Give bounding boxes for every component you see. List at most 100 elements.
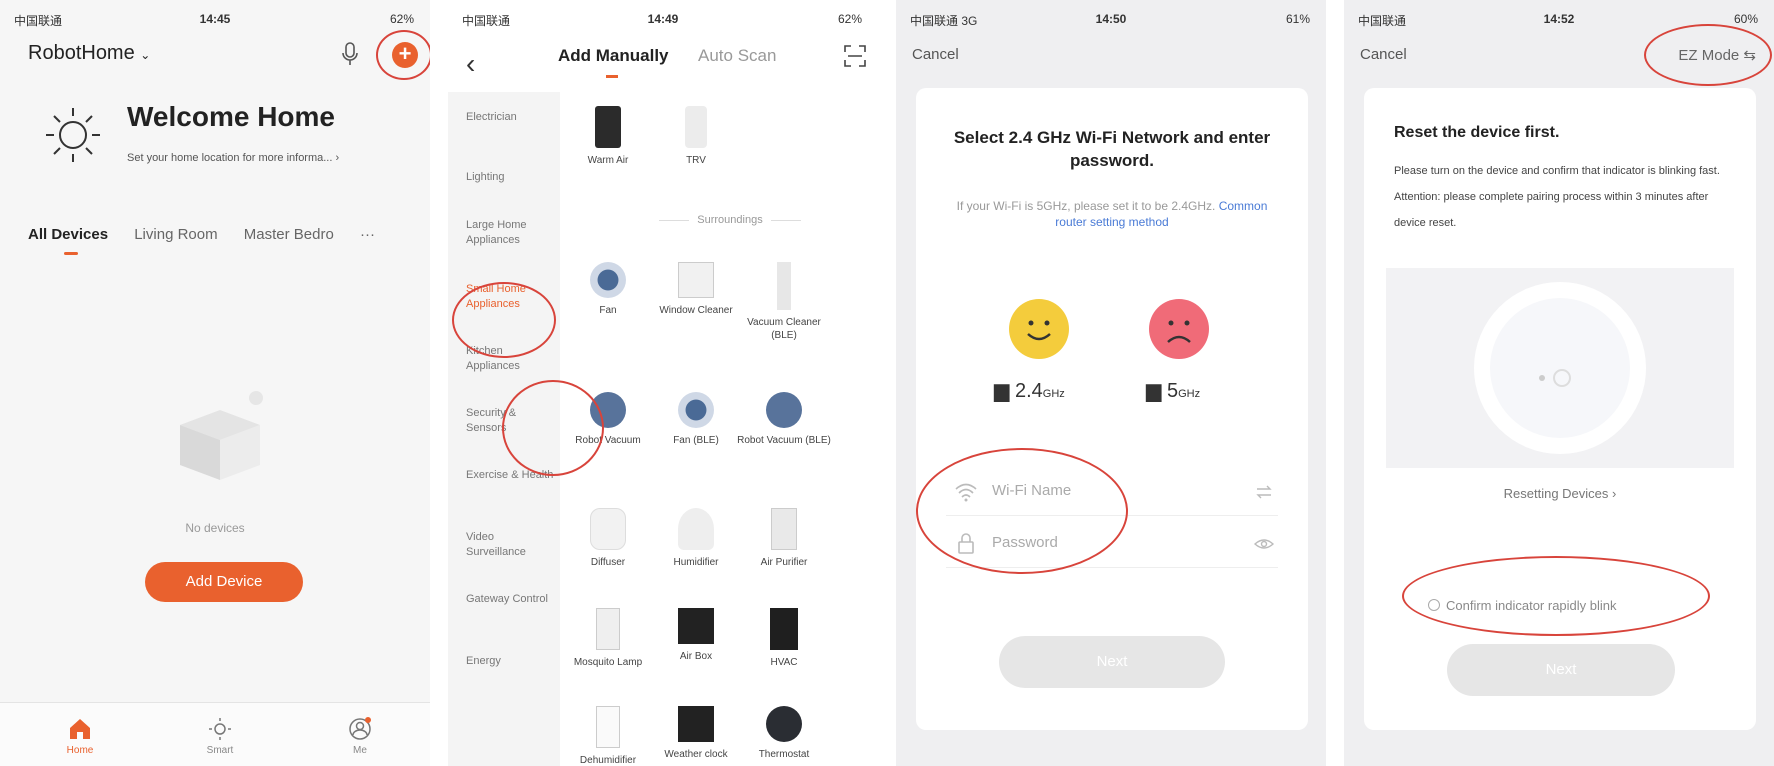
status-bar: 中国联通 14:45 62% (0, 0, 430, 40)
device-illustration (1386, 268, 1734, 468)
radio-icon (1428, 599, 1440, 611)
tab-all-devices[interactable]: All Devices (28, 226, 108, 243)
device-robot-vacuum[interactable]: Robot Vacuum (560, 392, 656, 447)
dehumidifier-icon (596, 706, 620, 748)
switch-network-icon[interactable] (1254, 482, 1274, 502)
more-tabs-icon[interactable]: ··· (360, 226, 375, 243)
robot-vacuum-icon (590, 392, 626, 428)
cancel-button[interactable]: Cancel (1360, 46, 1407, 63)
clock: 14:50 (1095, 12, 1127, 26)
category-electrician[interactable]: Electrician (466, 110, 556, 125)
device-weather-clock[interactable]: Weather clock (648, 706, 744, 761)
category-small-home-appliances[interactable]: Small Home Appliances (466, 282, 556, 312)
location-prompt-text: Set your home location for more informa.… (127, 152, 333, 164)
tab-home[interactable]: Home (50, 717, 110, 756)
tab-smart-label: Smart (206, 745, 234, 756)
device-air-purifier[interactable]: Air Purifier (736, 508, 832, 569)
device-air-box[interactable]: Air Box (648, 608, 744, 663)
device-label: Dehumidifier (579, 755, 637, 766)
add-device-button[interactable]: Add Device (145, 562, 303, 602)
device-humidifier[interactable]: Humidifier (648, 508, 744, 569)
device-vacuum-cleaner-ble[interactable]: Vacuum Cleaner (BLE) (736, 262, 832, 342)
category-security-sensors[interactable]: Security & Sensors (466, 406, 556, 436)
device-label: Air Box (679, 651, 713, 662)
tab-living-room[interactable]: Living Room (134, 226, 217, 243)
clock: 14:45 (199, 12, 231, 26)
device-label: Vacuum Cleaner (BLE) (747, 317, 821, 341)
location-prompt[interactable]: Set your home location for more informa.… (127, 152, 339, 164)
back-icon[interactable]: ‹ (466, 48, 475, 80)
category-energy[interactable]: Energy (466, 654, 556, 669)
tab-me[interactable]: Me (330, 717, 390, 756)
hint-text: If your Wi-Fi is 5GHz, please set it to … (956, 199, 1216, 213)
band-2-4ghz: ▆ 2.4GHz (994, 378, 1065, 403)
eye-icon[interactable] (1254, 534, 1274, 554)
category-lighting[interactable]: Lighting (466, 170, 556, 185)
microphone-icon[interactable] (340, 40, 360, 68)
device-label: Fan (BLE) (673, 435, 719, 446)
clock: 14:49 (647, 12, 679, 26)
tab-add-manually[interactable]: Add Manually (558, 46, 669, 66)
category-video-surveillance[interactable]: Video Surveillance (466, 530, 556, 560)
wifi-hint: If your Wi-Fi is 5GHz, please set it to … (956, 198, 1268, 230)
hvac-icon (770, 608, 798, 650)
trv-icon (685, 106, 707, 148)
cancel-button[interactable]: Cancel (912, 46, 959, 63)
status-bar: 中国联通 3G 14:50 61% (896, 0, 1326, 40)
band-bad-value: 5 (1166, 380, 1179, 402)
device-label: HVAC (770, 657, 798, 668)
home-selector[interactable]: RobotHome ⌄ (28, 42, 150, 65)
wifi-name-placeholder: Wi-Fi Name (992, 482, 1072, 499)
section-surroundings: Surroundings (630, 214, 830, 226)
device-window-cleaner[interactable]: Window Cleaner (648, 262, 744, 317)
device-fan[interactable]: Fan (560, 262, 656, 317)
device-label: TRV (686, 155, 706, 166)
tab-me-label: Me (353, 745, 367, 756)
chevron-down-icon: ⌄ (140, 48, 151, 62)
device-hvac[interactable]: HVAC (736, 608, 832, 669)
home-icon (70, 719, 90, 739)
sun-icon (209, 718, 231, 740)
next-button[interactable]: Next (1447, 644, 1675, 696)
device-mosquito-lamp[interactable]: Mosquito Lamp (560, 608, 656, 669)
add-device-plus-button[interactable]: + (392, 42, 418, 68)
category-gateway-control[interactable]: Gateway Control (466, 592, 556, 607)
profile-icon (349, 717, 371, 740)
device-warm-air[interactable]: Warm Air (560, 106, 656, 167)
category-exercise-health[interactable]: Exercise & Health (466, 468, 556, 483)
diffuser-icon (590, 508, 626, 550)
sun-icon (46, 108, 100, 162)
confirm-blink-checkbox[interactable]: Confirm indicator rapidly blink (1428, 598, 1617, 613)
band-unit: GHz (1042, 388, 1065, 400)
tab-smart[interactable]: Smart (190, 717, 250, 756)
category-kitchen-appliances[interactable]: Kitchen Appliances (466, 344, 556, 374)
device-fan-ble[interactable]: Fan (BLE) (648, 392, 744, 447)
device-thermostat[interactable]: Thermostat (736, 706, 832, 761)
fan-icon (678, 392, 714, 428)
device-diffuser[interactable]: Diffuser (560, 508, 656, 569)
smiley-face-icon (1009, 299, 1069, 359)
bottom-tab-bar: Home Smart Me (0, 702, 430, 766)
password-field[interactable]: Password (946, 520, 1278, 568)
category-large-home-appliances[interactable]: Large Home Appliances (466, 218, 556, 248)
tab-indicator (64, 252, 78, 255)
scan-qr-icon[interactable] (843, 44, 867, 68)
heater-icon (595, 106, 621, 148)
device-robot-vacuum-ble[interactable]: Robot Vacuum (BLE) (736, 392, 832, 447)
password-placeholder: Password (992, 534, 1058, 551)
tab-master-bedroom[interactable]: Master Bedro (244, 226, 334, 243)
next-button[interactable]: Next (999, 636, 1225, 688)
mode-switch[interactable]: EZ Mode ⇆ (1678, 46, 1756, 64)
page-title: Select 2.4 GHz Wi-Fi Network and enter p… (953, 128, 1271, 170)
tab-auto-scan[interactable]: Auto Scan (698, 46, 776, 66)
device-dehumidifier[interactable]: Dehumidifier (560, 706, 656, 766)
device-label: Humidifier (673, 557, 719, 568)
band-5ghz: ▆ 5GHz (1146, 378, 1200, 403)
device-label: Fan (599, 305, 617, 316)
device-trv[interactable]: TRV (648, 106, 744, 167)
home-screen: 中国联通 14:45 62% RobotHome ⌄ + Welcome Hom… (0, 0, 430, 766)
tab-home-label: Home (66, 745, 94, 756)
resetting-devices-link[interactable]: Resetting Devices › (1364, 486, 1756, 501)
wifi-name-field[interactable]: Wi-Fi Name (946, 468, 1278, 516)
device-label: Thermostat (758, 749, 810, 760)
